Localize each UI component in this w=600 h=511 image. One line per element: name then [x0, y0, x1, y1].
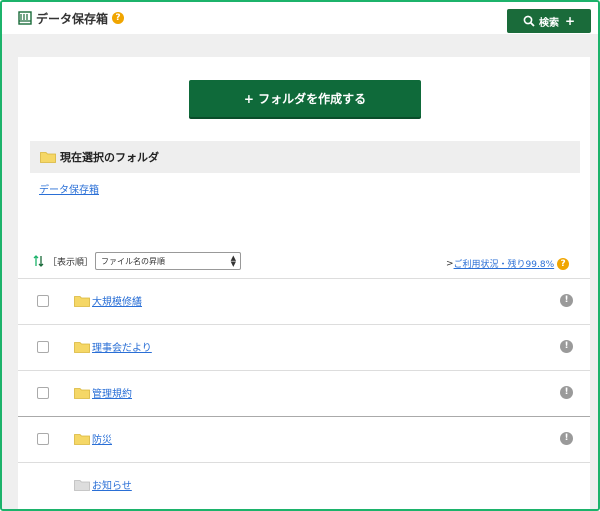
folder-row: 防災 ! [18, 416, 590, 462]
usage-status: > ご利用状況・残り99.8% ? [446, 257, 570, 270]
folder-name-link[interactable]: お知らせ [92, 477, 132, 492]
info-icon[interactable]: ! [560, 386, 573, 399]
usage-prefix: > [446, 258, 454, 269]
current-folder-label: 現在選択のフォルダ [60, 151, 159, 164]
search-button-label: 検索 [538, 17, 559, 29]
folder-name-link[interactable]: 管理規約 [92, 385, 132, 400]
breadcrumb-link[interactable]: データ保存箱 [39, 181, 99, 196]
sort-arrows-icon[interactable] [33, 254, 45, 268]
info-icon[interactable]: ! [560, 294, 573, 307]
folder-row: 理事会だより ! [18, 324, 590, 370]
sort-order-select[interactable]: ファイル名の昇順 ▲ ▼ [95, 252, 242, 270]
app-frame: データ保存箱 ? 検索 + + フォルダを作成する 現在選択のフォルダ データ保… [0, 0, 600, 511]
folder-name-link[interactable]: 大規模修繕 [92, 293, 142, 308]
folder-icon [74, 434, 90, 445]
folder-icon [74, 342, 90, 353]
usage-link[interactable]: ご利用状況・残り99.8% [454, 257, 555, 270]
page-title: データ保存箱 [36, 11, 109, 26]
row-checkbox[interactable] [37, 341, 49, 353]
search-button[interactable]: 検索 + [507, 9, 591, 33]
storage-box-icon [18, 11, 32, 25]
create-folder-button[interactable]: + フォルダを作成する [189, 80, 421, 117]
folder-list: 大規模修繕 ! 理事会だより ! 管理規約 ! 防災 ! お知らせ [18, 278, 590, 508]
usage-help-icon[interactable]: ? [557, 257, 570, 270]
search-icon [523, 15, 535, 27]
folder-row: お知らせ [18, 462, 590, 508]
folder-icon [74, 388, 90, 399]
info-icon[interactable]: ! [560, 340, 573, 353]
page-title-wrap: データ保存箱 ? [18, 8, 125, 28]
sort-label: ［表示順］ [48, 257, 94, 268]
folder-gray-icon [74, 480, 90, 491]
info-icon[interactable]: ! [560, 432, 573, 445]
folder-name-link[interactable]: 防災 [92, 431, 112, 446]
sort-order-value: ファイル名の昇順 [101, 256, 166, 266]
folder-name-link[interactable]: 理事会だより [92, 339, 152, 354]
row-checkbox[interactable] [37, 387, 49, 399]
row-checkbox[interactable] [37, 433, 49, 445]
plus-icon: + [564, 14, 576, 28]
header-bar: データ保存箱 ? 検索 + [2, 2, 598, 34]
main-panel: + フォルダを作成する 現在選択のフォルダ データ保存箱 ［表示順］ ファイル名… [18, 57, 590, 509]
folder-icon [74, 296, 90, 307]
select-arrows-icon: ▲ ▼ [230, 254, 237, 268]
folder-row: 管理規約 ! [18, 370, 590, 416]
row-checkbox[interactable] [37, 295, 49, 307]
folder-row: 大規模修繕 ! [18, 278, 590, 324]
current-folder-bar: 現在選択のフォルダ [30, 141, 580, 173]
help-icon[interactable]: ? [112, 12, 125, 24]
folder-icon [40, 152, 56, 163]
